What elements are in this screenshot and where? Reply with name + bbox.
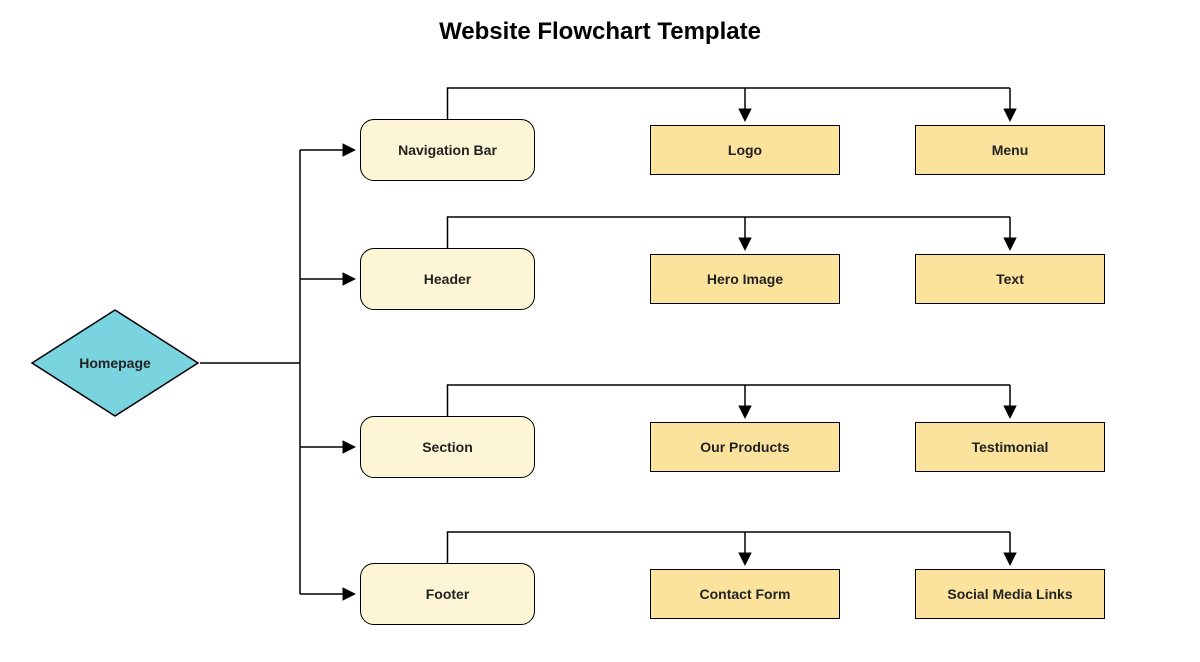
node-header[interactable]: Header — [360, 248, 535, 310]
node-label: Footer — [426, 586, 470, 602]
node-label: Social Media Links — [947, 586, 1072, 602]
node-homepage-label: Homepage — [79, 355, 151, 371]
node-label: Section — [422, 439, 473, 455]
node-our-products[interactable]: Our Products — [650, 422, 840, 472]
node-label: Header — [424, 271, 471, 287]
node-testimonial[interactable]: Testimonial — [915, 422, 1105, 472]
node-label: Our Products — [700, 439, 789, 455]
node-label: Testimonial — [972, 439, 1049, 455]
node-menu[interactable]: Menu — [915, 125, 1105, 175]
node-label: Navigation Bar — [398, 142, 497, 158]
node-label: Text — [996, 271, 1024, 287]
node-logo[interactable]: Logo — [650, 125, 840, 175]
node-label: Contact Form — [700, 586, 791, 602]
diagram-canvas: Homepage Navigation Bar Logo Menu Header… — [0, 0, 1200, 662]
node-label: Logo — [728, 142, 762, 158]
node-label: Menu — [992, 142, 1029, 158]
node-navigation-bar[interactable]: Navigation Bar — [360, 119, 535, 181]
node-footer[interactable]: Footer — [360, 563, 535, 625]
node-hero-image[interactable]: Hero Image — [650, 254, 840, 304]
node-text[interactable]: Text — [915, 254, 1105, 304]
node-social-media-links[interactable]: Social Media Links — [915, 569, 1105, 619]
node-section[interactable]: Section — [360, 416, 535, 478]
node-label: Hero Image — [707, 271, 783, 287]
node-contact-form[interactable]: Contact Form — [650, 569, 840, 619]
node-homepage[interactable]: Homepage — [30, 308, 200, 418]
